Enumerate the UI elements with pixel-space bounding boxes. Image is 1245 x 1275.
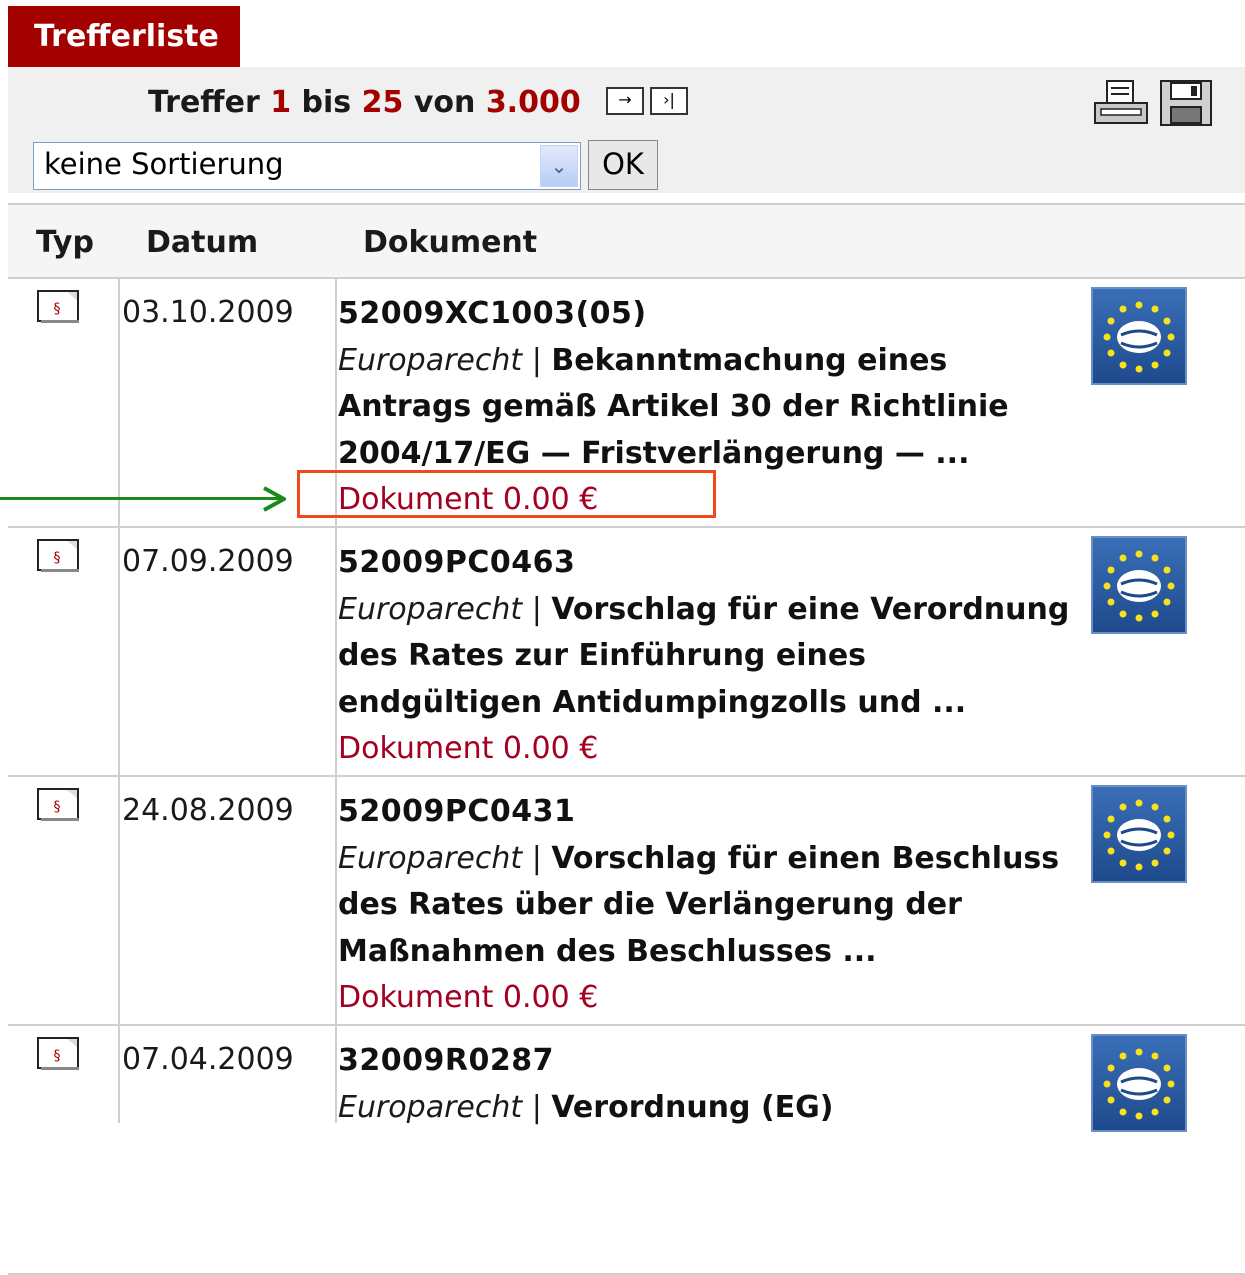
law-document-icon[interactable]: § bbox=[36, 787, 82, 823]
law-document-icon[interactable]: § bbox=[36, 1036, 82, 1072]
counter-from: 1 bbox=[270, 85, 292, 120]
result-document[interactable]: 52009PC0463 Europarecht | Vorschlag für … bbox=[338, 540, 1078, 773]
svg-text:§: § bbox=[54, 799, 61, 815]
result-document[interactable]: 32009R0287 Europarecht | Verordnung (EG) bbox=[338, 1038, 1078, 1131]
floppy-disk-icon[interactable] bbox=[1159, 79, 1213, 127]
tab-trefferliste[interactable]: Trefferliste bbox=[8, 6, 240, 67]
column-header-dokument[interactable]: Dokument bbox=[363, 225, 537, 260]
counter-prefix: Treffer bbox=[148, 85, 260, 120]
result-doc-id[interactable]: 52009PC0431 bbox=[338, 794, 575, 829]
svg-text:§: § bbox=[54, 550, 61, 566]
result-category: Europarecht bbox=[338, 840, 523, 876]
law-document-icon[interactable]: § bbox=[36, 289, 82, 325]
annotation-arrow-head bbox=[263, 486, 286, 512]
chevron-down-icon[interactable]: ⌄ bbox=[540, 145, 578, 187]
result-title[interactable]: Verordnung (EG) bbox=[551, 1090, 833, 1125]
price-highlight-box bbox=[297, 470, 716, 518]
table-row: § 07.09.2009 52009PC0463 Europarecht | V… bbox=[8, 528, 1245, 777]
result-category: Europarecht bbox=[338, 342, 523, 378]
result-doc-id[interactable]: 52009PC0463 bbox=[338, 545, 575, 580]
column-header-typ[interactable]: Typ bbox=[36, 225, 94, 260]
result-doc-id[interactable]: 52009XC1003(05) bbox=[338, 296, 647, 331]
eu-op-logo bbox=[1091, 1034, 1187, 1132]
counter-mid: bis bbox=[301, 85, 352, 120]
eu-op-logo bbox=[1091, 785, 1187, 883]
result-separator: | bbox=[531, 342, 542, 378]
sort-select[interactable]: keine Sortierung ⌄ bbox=[33, 142, 581, 190]
annotation-arrow-line bbox=[0, 497, 284, 500]
result-toolbar: Treffer 1 bis 25 von 3.000 → ›| keine So… bbox=[8, 67, 1245, 193]
table-row: § 07.04.2009 32009R0287 Europarecht | Ve… bbox=[8, 1026, 1245, 1275]
svg-text:§: § bbox=[54, 301, 61, 317]
results-table: Typ Datum Dokument § 03.10.2009 52009XC1… bbox=[8, 203, 1245, 1275]
counter-total: 3.000 bbox=[485, 85, 581, 120]
svg-text:§: § bbox=[54, 1048, 61, 1064]
result-price[interactable]: Dokument 0.00 € bbox=[338, 726, 1078, 773]
sort-selected-value: keine Sortierung bbox=[44, 147, 284, 181]
result-counter: Treffer 1 bis 25 von 3.000 bbox=[148, 85, 581, 120]
last-page-button[interactable]: ›| bbox=[650, 87, 688, 115]
table-row: § 24.08.2009 52009PC0431 Europarecht | V… bbox=[8, 777, 1245, 1026]
result-date: 07.04.2009 bbox=[122, 1042, 294, 1077]
table-header: Typ Datum Dokument bbox=[8, 203, 1245, 279]
result-price[interactable]: Dokument 0.00 € bbox=[338, 975, 1078, 1022]
result-doc-id[interactable]: 32009R0287 bbox=[338, 1043, 554, 1078]
result-date: 03.10.2009 bbox=[122, 295, 294, 330]
result-date: 24.08.2009 bbox=[122, 793, 294, 828]
eu-op-logo bbox=[1091, 536, 1187, 634]
counter-to: 25 bbox=[361, 85, 404, 120]
result-separator: | bbox=[531, 591, 542, 627]
sort-ok-button[interactable]: OK bbox=[588, 140, 658, 190]
printer-icon[interactable] bbox=[1093, 79, 1149, 127]
results-list: § 03.10.2009 52009XC1003(05) Europarecht… bbox=[8, 279, 1245, 1275]
law-document-icon[interactable]: § bbox=[36, 538, 82, 574]
result-date: 07.09.2009 bbox=[122, 544, 294, 579]
result-category: Europarecht bbox=[338, 591, 523, 627]
result-document[interactable]: 52009PC0431 Europarecht | Vorschlag für … bbox=[338, 789, 1078, 1022]
result-category: Europarecht bbox=[338, 1089, 523, 1125]
next-page-button[interactable]: → bbox=[606, 87, 644, 115]
result-separator: | bbox=[531, 840, 542, 876]
result-separator: | bbox=[531, 1089, 542, 1125]
column-header-datum[interactable]: Datum bbox=[146, 225, 258, 260]
eu-op-logo bbox=[1091, 287, 1187, 385]
counter-of: von bbox=[413, 85, 476, 120]
